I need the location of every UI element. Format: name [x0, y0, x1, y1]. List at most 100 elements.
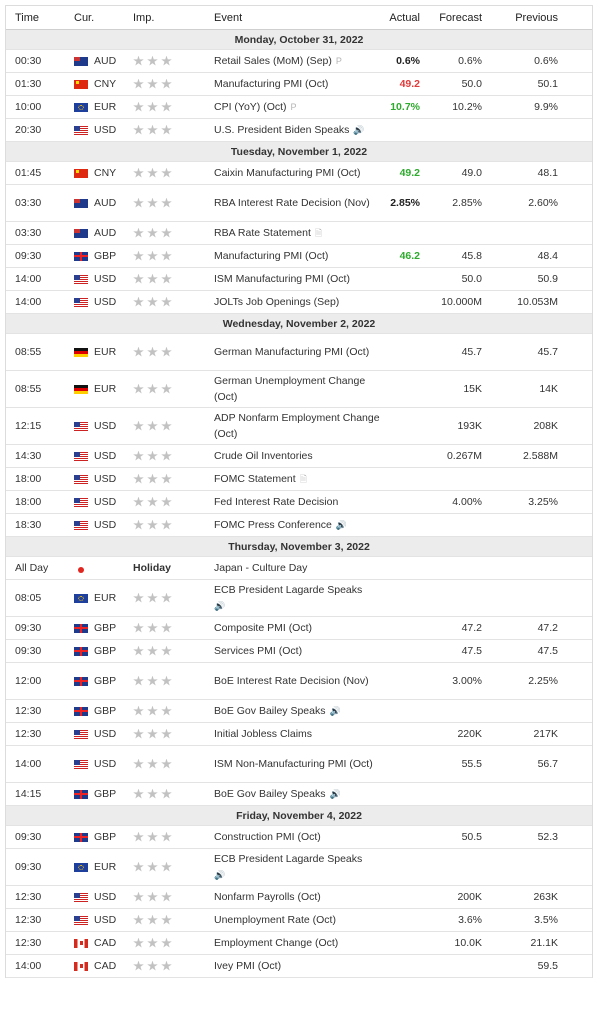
event-row[interactable]: 12:30 USD Nonfarm Payrolls (Oct) 200K 263K	[6, 886, 592, 909]
event-name[interactable]: BoE Interest Rate Decision (Nov)	[214, 663, 384, 699]
event-name[interactable]: Composite PMI (Oct)	[214, 617, 384, 639]
header-currency[interactable]: Cur.	[74, 6, 94, 29]
event-title[interactable]: ECB President Lagarde Speaks	[214, 582, 362, 598]
event-row[interactable]: 18:00 USD Fed Interest Rate Decision 4.00% 3…	[6, 491, 592, 514]
event-title[interactable]: ISM Non-Manufacturing PMI (Oct)	[214, 756, 373, 772]
event-name[interactable]: ADP Nonfarm Employment Change (Oct)	[214, 408, 384, 444]
event-title[interactable]: Composite PMI (Oct)	[214, 620, 312, 636]
event-name[interactable]: Construction PMI (Oct)	[214, 826, 384, 848]
event-name[interactable]: Employment Change (Oct)	[214, 932, 384, 954]
event-name[interactable]: Services PMI (Oct)	[214, 640, 384, 662]
event-title[interactable]: U.S. President Biden Speaks	[214, 122, 349, 138]
event-row[interactable]: 09:30 GBP Construction PMI (Oct) 50.5 52.3	[6, 826, 592, 849]
event-title[interactable]: Unemployment Rate (Oct)	[214, 912, 336, 928]
event-row[interactable]: 14:00 USD ISM Non-Manufacturing PMI (Oct) 5…	[6, 746, 592, 783]
event-name[interactable]: BoE Gov Bailey Speaks 🔊	[214, 783, 384, 805]
event-name[interactable]: Ivey PMI (Oct)	[214, 955, 384, 977]
event-name[interactable]: Japan - Culture Day	[214, 557, 384, 579]
event-title[interactable]: Services PMI (Oct)	[214, 643, 302, 659]
event-title[interactable]: CPI (YoY) (Oct)	[214, 99, 287, 115]
event-row[interactable]: 18:00 USD FOMC Statement 🗎	[6, 468, 592, 491]
event-title[interactable]: FOMC Press Conference	[214, 517, 332, 533]
event-row[interactable]: 09:30 GBP Manufacturing PMI (Oct) 46.2 45.8 4…	[6, 245, 592, 268]
event-title[interactable]: Retail Sales (MoM) (Sep)	[214, 53, 332, 69]
event-name[interactable]: Manufacturing PMI (Oct)	[214, 73, 384, 95]
event-row[interactable]: 14:00 USD ISM Manufacturing PMI (Oct) 50.0 5…	[6, 268, 592, 291]
event-row[interactable]: 14:00 USD JOLTs Job Openings (Sep) 10.000M 1…	[6, 291, 592, 314]
event-row[interactable]: 14:30 USD Crude Oil Inventories 0.267M 2.588…	[6, 445, 592, 468]
event-title[interactable]: ADP Nonfarm Employment Change (Oct)	[214, 410, 384, 442]
event-title[interactable]: German Unemployment Change (Oct)	[214, 373, 384, 405]
event-title[interactable]: Ivey PMI (Oct)	[214, 958, 281, 974]
event-row[interactable]: 12:30 USD Initial Jobless Claims 220K 217K	[6, 723, 592, 746]
event-title[interactable]: BoE Interest Rate Decision (Nov)	[214, 673, 369, 689]
event-row[interactable]: 08:55 EUR German Manufacturing PMI (Oct) 45…	[6, 334, 592, 371]
event-row[interactable]: 10:00 EUR CPI (YoY) (Oct) P 10.7% 10.2% 9.9%	[6, 96, 592, 119]
event-title[interactable]: Construction PMI (Oct)	[214, 829, 321, 845]
event-row[interactable]: 12:30 GBP BoE Gov Bailey Speaks 🔊	[6, 700, 592, 723]
event-name[interactable]: CPI (YoY) (Oct) P	[214, 96, 384, 118]
event-row[interactable]: 08:55 EUR German Unemployment Change (Oct)…	[6, 371, 592, 408]
event-title[interactable]: Fed Interest Rate Decision	[214, 494, 338, 510]
header-forecast[interactable]: Forecast	[439, 6, 482, 29]
event-row[interactable]: 03:30 AUD RBA Rate Statement 🗎	[6, 222, 592, 245]
event-row[interactable]: 01:45 CNY Caixin Manufacturing PMI (Oct) 49…	[6, 162, 592, 185]
event-title[interactable]: BoE Gov Bailey Speaks	[214, 786, 325, 802]
event-row[interactable]: 01:30 CNY Manufacturing PMI (Oct) 49.2 50.0 5…	[6, 73, 592, 96]
event-row[interactable]: 12:30 USD Unemployment Rate (Oct) 3.6% 3.5%	[6, 909, 592, 932]
header-previous[interactable]: Previous	[515, 6, 558, 29]
event-name[interactable]: German Manufacturing PMI (Oct)	[214, 334, 384, 370]
event-row[interactable]: 09:30 GBP Services PMI (Oct) 47.5 47.5	[6, 640, 592, 663]
event-row[interactable]: 03:30 AUD RBA Interest Rate Decision (Nov)…	[6, 185, 592, 222]
event-row[interactable]: 00:30 AUD Retail Sales (MoM) (Sep) P 0.6% 0.6…	[6, 50, 592, 73]
event-title[interactable]: Manufacturing PMI (Oct)	[214, 76, 328, 92]
header-actual[interactable]: Actual	[389, 6, 420, 29]
event-title[interactable]: Caixin Manufacturing PMI (Oct)	[214, 165, 360, 181]
event-name[interactable]: Unemployment Rate (Oct)	[214, 909, 384, 931]
event-title[interactable]: BoE Gov Bailey Speaks	[214, 703, 325, 719]
event-name[interactable]: ECB President Lagarde Speaks 🔊	[214, 580, 384, 616]
event-title[interactable]: ISM Manufacturing PMI (Oct)	[214, 271, 350, 287]
header-importance[interactable]: Imp.	[133, 6, 154, 29]
event-name[interactable]: Nonfarm Payrolls (Oct)	[214, 886, 384, 908]
event-row[interactable]: 12:30 CAD Employment Change (Oct) 10.0K 21.1…	[6, 932, 592, 955]
event-name[interactable]: ISM Manufacturing PMI (Oct)	[214, 268, 384, 290]
event-name[interactable]: German Unemployment Change (Oct)	[214, 371, 384, 407]
event-row[interactable]: 14:15 GBP BoE Gov Bailey Speaks 🔊	[6, 783, 592, 806]
event-name[interactable]: RBA Interest Rate Decision (Nov)	[214, 185, 384, 221]
event-name[interactable]: Manufacturing PMI (Oct)	[214, 245, 384, 267]
event-name[interactable]: ISM Non-Manufacturing PMI (Oct)	[214, 746, 384, 782]
event-row[interactable]: 18:30 USD FOMC Press Conference 🔊	[6, 514, 592, 537]
event-name[interactable]: FOMC Statement 🗎	[214, 468, 384, 490]
event-name[interactable]: Retail Sales (MoM) (Sep) P	[214, 50, 384, 72]
event-name[interactable]: ECB President Lagarde Speaks 🔊	[214, 849, 384, 885]
event-name[interactable]: Crude Oil Inventories	[214, 445, 384, 467]
event-title[interactable]: ECB President Lagarde Speaks	[214, 851, 362, 867]
event-title[interactable]: Employment Change (Oct)	[214, 935, 338, 951]
event-title[interactable]: FOMC Statement	[214, 471, 296, 487]
event-row[interactable]: All Day Holiday Japan - Culture Day	[6, 557, 592, 580]
event-row[interactable]: 12:00 GBP BoE Interest Rate Decision (Nov)…	[6, 663, 592, 700]
event-name[interactable]: U.S. President Biden Speaks 🔊	[214, 119, 384, 141]
header-time[interactable]: Time	[15, 6, 39, 29]
event-row[interactable]: 20:30 USD U.S. President Biden Speaks 🔊	[6, 119, 592, 142]
event-name[interactable]: BoE Gov Bailey Speaks 🔊	[214, 700, 384, 722]
event-name[interactable]: RBA Rate Statement 🗎	[214, 222, 384, 244]
event-name[interactable]: FOMC Press Conference 🔊	[214, 514, 384, 536]
event-title[interactable]: RBA Rate Statement	[214, 225, 311, 241]
event-name[interactable]: Fed Interest Rate Decision	[214, 491, 384, 513]
event-title[interactable]: Crude Oil Inventories	[214, 448, 313, 464]
event-title[interactable]: Manufacturing PMI (Oct)	[214, 248, 328, 264]
event-name[interactable]: Initial Jobless Claims	[214, 723, 384, 745]
event-title[interactable]: Japan - Culture Day	[214, 560, 307, 576]
event-title[interactable]: Initial Jobless Claims	[214, 726, 312, 742]
event-row[interactable]: 14:00 CAD Ivey PMI (Oct) 59.5	[6, 955, 592, 978]
event-title[interactable]: JOLTs Job Openings (Sep)	[214, 294, 339, 310]
event-title[interactable]: German Manufacturing PMI (Oct)	[214, 344, 369, 360]
header-event[interactable]: Event	[214, 6, 384, 29]
event-title[interactable]: Nonfarm Payrolls (Oct)	[214, 889, 321, 905]
event-name[interactable]: JOLTs Job Openings (Sep)	[214, 291, 384, 313]
event-row[interactable]: 09:30 GBP Composite PMI (Oct) 47.2 47.2	[6, 617, 592, 640]
event-row[interactable]: 09:30 EUR ECB President Lagarde Speaks 🔊	[6, 849, 592, 886]
event-title[interactable]: RBA Interest Rate Decision (Nov)	[214, 195, 370, 211]
